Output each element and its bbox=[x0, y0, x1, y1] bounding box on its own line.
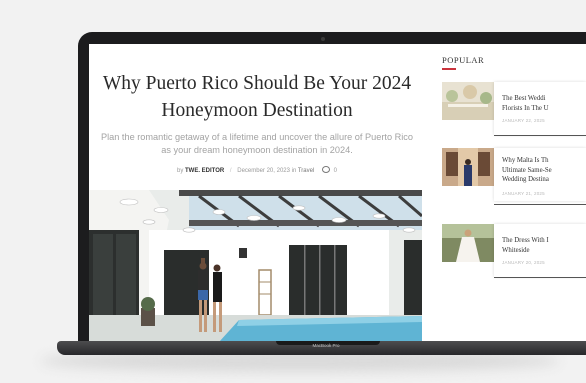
popular-item-divider bbox=[494, 277, 586, 278]
popular-item[interactable]: Why Malta Is Th Ultimate Same-Se Wedding… bbox=[442, 148, 586, 208]
popular-item-title[interactable]: Why Malta Is Th Ultimate Same-Se Wedding… bbox=[502, 156, 586, 185]
article-title-line-2: Honeymoon Destination bbox=[161, 100, 353, 121]
article-title-line-1: Why Puerto Rico Should Be Your 2024 bbox=[102, 73, 412, 94]
popular-item-title[interactable]: The Best Weddi Florists In The U bbox=[502, 94, 586, 113]
popular-item-divider bbox=[494, 135, 586, 136]
camera-icon bbox=[321, 37, 325, 41]
popular-item-divider bbox=[494, 204, 586, 205]
meta-date: December 20, 2023 bbox=[237, 168, 290, 174]
article-meta: by TWE. EDITOR / December 20, 2023 in Tr… bbox=[89, 166, 425, 174]
popular-heading-underline bbox=[442, 68, 456, 70]
popular-sidebar: POPULAR The Best Weddi Florists In The U… bbox=[434, 44, 586, 342]
popular-item-date: JANUARY 22, 2025 bbox=[502, 118, 545, 123]
meta-separator: / bbox=[229, 168, 232, 174]
hero-image bbox=[89, 190, 422, 342]
popular-item-thumbnail[interactable] bbox=[442, 224, 494, 262]
meta-author-link[interactable]: TWE. EDITOR bbox=[185, 168, 224, 174]
comment-icon[interactable] bbox=[321, 166, 330, 173]
popular-item[interactable]: The Best Weddi Florists In The U JANUARY… bbox=[442, 82, 586, 142]
meta-by: by bbox=[176, 168, 184, 174]
popular-item-card: The Dress With I Whiteside JANUARY 20, 2… bbox=[494, 224, 586, 277]
popular-item-date: JANUARY 21, 2025 bbox=[502, 191, 545, 196]
article-subtitle: Plan the romantic getaway of a lifetime … bbox=[100, 132, 414, 155]
meta-in: in bbox=[291, 168, 297, 174]
laptop-model-label: MacBook Pro bbox=[312, 343, 340, 348]
article-header: Why Puerto Rico Should Be Your 2024 Hone… bbox=[89, 44, 425, 342]
popular-item-card: The Best Weddi Florists In The U JANUARY… bbox=[494, 82, 586, 135]
popular-item-thumbnail[interactable] bbox=[442, 148, 494, 186]
popular-heading: POPULAR bbox=[442, 55, 485, 65]
popular-item-thumbnail[interactable] bbox=[442, 82, 494, 120]
popular-item-card: Why Malta Is Th Ultimate Same-Se Wedding… bbox=[494, 148, 586, 201]
popular-item[interactable]: The Dress With I Whiteside JANUARY 20, 2… bbox=[442, 224, 586, 284]
article-title[interactable]: Why Puerto Rico Should Be Your 2024 Hone… bbox=[89, 70, 425, 124]
laptop-screen: Why Puerto Rico Should Be Your 2024 Hone… bbox=[89, 44, 586, 342]
meta-category-link[interactable]: Travel bbox=[298, 168, 314, 174]
popular-item-date: JANUARY 20, 2025 bbox=[502, 260, 545, 265]
meta-comment-count[interactable]: 0 bbox=[334, 168, 337, 174]
popular-item-title[interactable]: The Dress With I Whiteside bbox=[502, 236, 586, 255]
